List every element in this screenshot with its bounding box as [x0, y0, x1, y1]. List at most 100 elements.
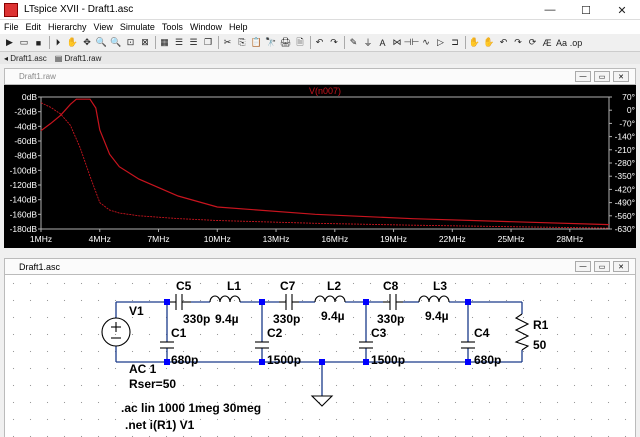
source-param-rser[interactable]: Rser=50 — [129, 377, 176, 391]
component-value-C8[interactable]: 330p — [377, 312, 404, 326]
wire-icon[interactable]: ✎ — [347, 36, 360, 49]
menu-help[interactable]: Help — [229, 22, 248, 32]
junction-dot — [363, 299, 369, 305]
ground-icon[interactable] — [310, 395, 334, 407]
menu-view[interactable]: View — [94, 22, 113, 32]
component-ref-C1[interactable]: C1 — [171, 326, 187, 340]
drag-icon[interactable]: ✋ — [483, 36, 496, 49]
zoom-in-icon[interactable]: 🔍 — [95, 36, 108, 49]
menu-edit[interactable]: Edit — [26, 22, 42, 32]
junction-dot — [319, 359, 325, 365]
component-value-L2[interactable]: 9.4µ — [321, 309, 345, 323]
ground-icon[interactable]: ⏚ — [362, 36, 375, 49]
component-ref-C8[interactable]: C8 — [383, 279, 399, 293]
tab-label: Draft1.asc — [10, 53, 47, 63]
source-param-ac[interactable]: AC 1 — [129, 362, 157, 376]
capacitor-icon[interactable]: ⊣⊢ — [404, 36, 420, 49]
print-icon[interactable]: 🖨 — [279, 36, 292, 49]
diode-icon[interactable]: ▷ — [434, 36, 447, 49]
tab-draft1-asc[interactable]: ◂ Draft1.asc — [0, 52, 51, 64]
autorange-icon[interactable]: ▦ — [158, 36, 171, 49]
save-icon[interactable]: ■ — [32, 36, 45, 49]
menu-window[interactable]: Window — [190, 22, 222, 32]
spice-directive-icon[interactable]: .op — [570, 36, 583, 49]
cut-icon[interactable]: ✂ — [221, 36, 234, 49]
copy-icon[interactable]: ⎘ — [236, 36, 249, 49]
resistor-icon[interactable]: ⋈ — [391, 36, 404, 49]
tile-horizontal-icon[interactable]: ☰ — [173, 36, 186, 49]
move-icon[interactable]: ✋ — [468, 36, 481, 49]
waveform-plot-area[interactable]: 0dB -20dB -40dB -60dB -80dB -100dB -120dB -140d… — [4, 85, 636, 248]
tile-vertical-icon[interactable]: ☰ — [187, 36, 200, 49]
component-ref-V1[interactable]: V1 — [129, 304, 144, 318]
halt-icon[interactable]: ✋ — [66, 36, 79, 49]
redo2-icon[interactable]: ↷ — [512, 36, 525, 49]
y-left-tick-label: -140dB — [10, 195, 38, 205]
inductor-icon[interactable]: ∿ — [420, 36, 433, 49]
schematic-canvas[interactable]: V1 C5 330p L1 9.4µ C7 330p L2 9.4µ C8 33… — [4, 275, 636, 437]
inductor-coil[interactable] — [209, 295, 241, 303]
component-ref-C2[interactable]: C2 — [267, 326, 283, 340]
component-value-C4[interactable]: 680p — [474, 353, 501, 367]
component-ref-L1[interactable]: L1 — [227, 279, 241, 293]
paste-icon[interactable]: 📋 — [250, 36, 263, 49]
schematic-restore-button[interactable]: ▭ — [594, 261, 610, 272]
minimize-button[interactable]: — — [532, 0, 568, 20]
label-icon[interactable]: A — [376, 36, 389, 49]
menu-tools[interactable]: Tools — [162, 22, 183, 32]
component-ref-C3[interactable]: C3 — [371, 326, 387, 340]
waveform-close-button[interactable]: ✕ — [613, 71, 629, 82]
inductor-coil[interactable] — [314, 295, 346, 303]
resistor-zigzag[interactable] — [514, 313, 530, 351]
component-ref-L2[interactable]: L2 — [327, 279, 341, 293]
menu-bar: File Edit Hierarchy View Simulate Tools Window… — [0, 20, 640, 34]
component-value-C7[interactable]: 330p — [273, 312, 300, 326]
find-icon[interactable]: 🔭 — [265, 36, 278, 49]
menu-file[interactable]: File — [4, 22, 19, 32]
close-button[interactable]: ✕ — [604, 0, 640, 20]
component-value-C2[interactable]: 1500p — [267, 353, 301, 367]
component-value-R1[interactable]: 50 — [533, 338, 547, 352]
component-value-C1[interactable]: 680p — [171, 353, 198, 367]
undo2-icon[interactable]: ↶ — [497, 36, 510, 49]
x-tick-label: 4MHz — [89, 234, 111, 244]
waveform-minimize-button[interactable]: — — [575, 71, 591, 82]
component-value-L1[interactable]: 9.4µ — [215, 312, 239, 326]
waveform-restore-button[interactable]: ▭ — [594, 71, 610, 82]
component-ref-L3[interactable]: L3 — [433, 279, 447, 293]
mirror-icon[interactable]: Æ — [541, 36, 554, 49]
text-icon[interactable]: Aa — [555, 36, 568, 49]
menu-hierarchy[interactable]: Hierarchy — [48, 22, 87, 32]
run-icon[interactable]: ⏵ — [52, 36, 65, 49]
tab-draft1-raw[interactable]: ▤ Draft1.raw — [51, 52, 106, 64]
maximize-button[interactable]: ☐ — [568, 0, 604, 20]
component-icon[interactable]: ⊐ — [449, 36, 462, 49]
component-ref-R1[interactable]: R1 — [533, 318, 549, 332]
redo-icon[interactable]: ↷ — [328, 36, 341, 49]
component-ref-C5[interactable]: C5 — [176, 279, 192, 293]
component-ref-C4[interactable]: C4 — [474, 326, 490, 340]
zoom-fit-icon[interactable]: ⊡ — [124, 36, 137, 49]
zoom-out-icon[interactable]: 🔍 — [110, 36, 123, 49]
menu-simulate[interactable]: Simulate — [120, 22, 155, 32]
schematic-window-titlebar: Draft1.asc — ▭ ✕ — [4, 258, 636, 275]
spice-directive-ac[interactable]: .ac lin 1000 1meg 30meg — [121, 401, 261, 415]
waveform-plot: 0dB -20dB -40dB -60dB -80dB -100dB -120dB -140d… — [10, 86, 635, 244]
open-folder-icon[interactable]: ▶ — [3, 36, 16, 49]
y-right-tick-label: -210° — [615, 145, 635, 155]
schematic-minimize-button[interactable]: — — [575, 261, 591, 272]
component-value-C5[interactable]: 330p — [183, 312, 210, 326]
print-preview-icon[interactable]: 🗎 — [294, 36, 307, 49]
component-value-C3[interactable]: 1500p — [371, 353, 405, 367]
undo-icon[interactable]: ↶ — [313, 36, 326, 49]
inductor-coil[interactable] — [418, 295, 450, 303]
cascade-icon[interactable]: ❐ — [202, 36, 215, 49]
zoom-cancel-icon[interactable]: ⊠ — [139, 36, 152, 49]
new-schematic-icon[interactable]: ▭ — [18, 36, 31, 49]
schematic-close-button[interactable]: ✕ — [613, 261, 629, 272]
pan-icon[interactable]: ✥ — [81, 36, 94, 49]
spice-directive-net[interactable]: .net i(R1) V1 — [125, 418, 195, 432]
rotate-icon[interactable]: ⟳ — [526, 36, 539, 49]
component-ref-C7[interactable]: C7 — [280, 279, 296, 293]
component-value-L3[interactable]: 9.4µ — [425, 309, 449, 323]
